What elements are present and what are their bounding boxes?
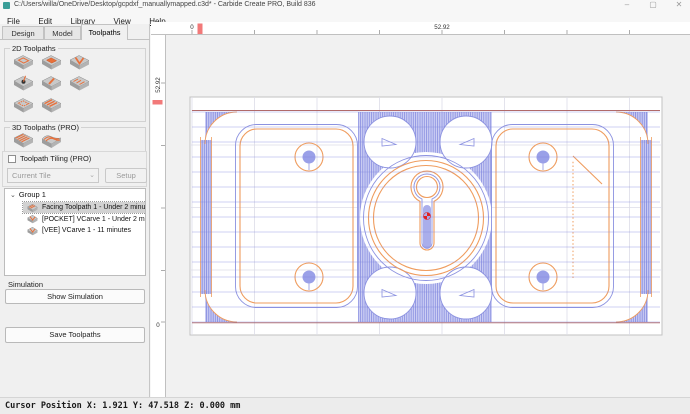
pocket-toolpath-icon[interactable] — [38, 54, 64, 74]
toolpath-item-label: [VEE] VCarve 1 - 11 minutes — [42, 227, 131, 234]
sidebar: Design Model Toolpaths 2D Toolpaths — [0, 24, 150, 397]
group-2d-toolpaths: 2D Toolpaths — [4, 48, 146, 122]
left-ruler-ticks — [161, 83, 165, 322]
keyhole-slot-fill — [423, 205, 431, 249]
toolpath-item-label: [POCKET] VCarve 1 - Under 2 minutes — [42, 216, 146, 223]
maximize-icon[interactable]: ▢ — [648, 0, 658, 11]
application-window: C:/Users/willa/OneDrive/Desktop/gcpdxf_m… — [0, 0, 690, 414]
minimize-icon[interactable]: – — [622, 0, 632, 11]
tab-design[interactable]: Design — [2, 26, 44, 39]
tiling-frame: Toolpath Tiling (PRO) Current Tile ⌄ Set… — [2, 151, 147, 187]
tree-group-label: Group 1 — [19, 190, 46, 199]
vcarve-toolpath-icon[interactable] — [66, 54, 92, 74]
top-ruler: 0 52.92 — [166, 22, 690, 35]
contour-toolpath-icon[interactable] — [10, 54, 36, 74]
left-ruler-origin-label: 0 — [156, 322, 160, 329]
cursor-position-readout: Cursor Position X: 1.921 Y: 47.518 Z: 0.… — [5, 401, 240, 411]
toolpath-list: ⌄Group 1 Facing Toolpath 1 - Under 2 min… — [4, 188, 146, 276]
top-ruler-origin-label: 0 — [190, 24, 194, 31]
vcarve-toolpath-icon — [26, 226, 39, 236]
left-ruler-extent-label: 52.92 — [155, 77, 162, 93]
toolpath-item-pocket-vcarve[interactable]: [POCKET] VCarve 1 - Under 2 minutes — [23, 214, 146, 225]
current-tile-select[interactable]: Current Tile ⌄ — [7, 168, 99, 183]
toolpath-item-label: Facing Toolpath 1 - Under 2 minutes — [42, 204, 146, 211]
show-simulation-button[interactable]: Show Simulation — [5, 289, 145, 304]
facing-toolpath-icon[interactable] — [38, 97, 64, 117]
ruler-corner — [151, 22, 166, 35]
left-ruler: 0 52.92 — [151, 35, 166, 397]
origin-marker-icon — [424, 213, 431, 220]
save-toolpaths-button[interactable]: Save Toolpaths — [5, 327, 145, 343]
app-icon — [3, 2, 10, 9]
tab-model[interactable]: Model — [44, 26, 81, 39]
advanced-vcarve-toolpath-icon[interactable] — [38, 75, 64, 95]
facing-toolpath-icon — [26, 203, 39, 213]
top-ruler-ticks — [192, 30, 630, 34]
simulation-section-label: Simulation — [8, 280, 43, 289]
tab-toolpaths[interactable]: Toolpaths — [81, 24, 128, 40]
status-bar: Cursor Position X: 1.921 Y: 47.518 Z: 0.… — [0, 397, 690, 414]
offset-pocket-toolpath-icon[interactable] — [10, 97, 36, 117]
group-2d-title: 2D Toolpaths — [10, 44, 58, 53]
drill-toolpath-icon[interactable] — [10, 75, 36, 95]
left-ruler-stock-marker — [153, 100, 163, 105]
toolpath-item-facing[interactable]: Facing Toolpath 1 - Under 2 minutes — [23, 202, 146, 213]
title-bar: C:/Users/willa/OneDrive/Desktop/gcpdxf_m… — [0, 0, 690, 11]
toolpath-item-vee-vcarve[interactable]: [VEE] VCarve 1 - 11 minutes — [23, 225, 134, 236]
group-3d-title: 3D Toolpaths (PRO) — [10, 123, 81, 132]
toolpath-tiling-label: Toolpath Tiling (PRO) — [20, 154, 91, 163]
top-ruler-stock-marker — [198, 24, 203, 35]
top-ruler-extent-label: 52.92 — [434, 24, 450, 31]
window-controls: – ▢ ✕ — [622, 0, 684, 11]
tree-group-row[interactable]: ⌄Group 1 — [10, 190, 46, 199]
vcarve-toolpath-icon — [26, 214, 39, 224]
setup-button[interactable]: Setup — [105, 168, 147, 183]
window-title: C:/Users/willa/OneDrive/Desktop/gcpdxf_m… — [14, 1, 316, 8]
chevron-down-icon: ⌄ — [89, 169, 95, 182]
rough-3d-toolpath-icon[interactable] — [10, 132, 36, 152]
design-canvas[interactable] — [166, 35, 690, 397]
current-tile-value: Current Tile — [12, 171, 51, 180]
engrave-toolpath-icon[interactable] — [66, 75, 92, 95]
chevron-down-icon: ⌄ — [10, 192, 16, 199]
close-icon[interactable]: ✕ — [674, 0, 684, 11]
toolpath-tiling-checkbox[interactable] — [8, 155, 16, 163]
finish-3d-toolpath-icon[interactable] — [38, 132, 64, 152]
